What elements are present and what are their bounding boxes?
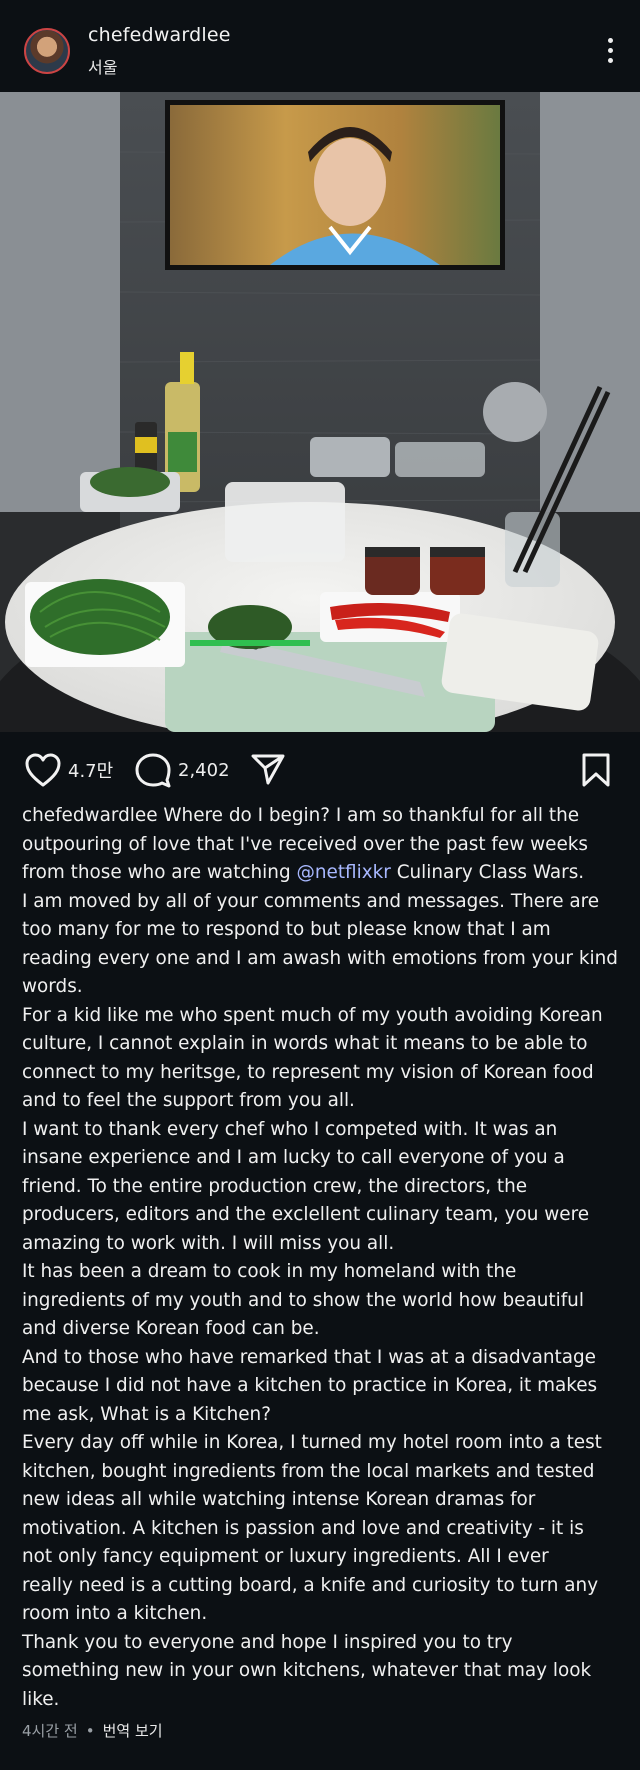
heart-icon [25, 753, 61, 787]
caption-line: outpouring of love that I've received ov… [22, 833, 589, 855]
action-bar: 4.7만 2,402 [0, 732, 640, 802]
like-count[interactable]: 4.7만 [68, 757, 113, 783]
caption-line: kitchen, bought ingredients from the loc… [22, 1460, 595, 1482]
caption-line: For a kid like me who spent much of my y… [22, 1004, 603, 1026]
post-photo[interactable] [0, 92, 640, 732]
timestamp: 4시간 전 [22, 1722, 78, 1740]
caption-line: and diverse Korean food can be. [22, 1318, 320, 1339]
caption-line: me ask, What is a Kitchen? [22, 1403, 271, 1425]
caption-line: not only fancy equipment or luxury ingre… [22, 1546, 549, 1567]
caption-line: chefedwardlee Where do I begin? I am so … [22, 805, 580, 826]
share-button[interactable] [250, 752, 286, 786]
caption-line: words. [22, 976, 83, 997]
caption-line: culture, I cannot explain in words what … [22, 1033, 588, 1054]
caption-line: ingredients of my youth and to show the … [22, 1289, 584, 1311]
caption-line: It has been a dream to cook in my homela… [22, 1261, 517, 1282]
caption-line: because I did not have a kitchen to prac… [22, 1375, 598, 1396]
comment-button[interactable]: 2,402 [134, 752, 230, 788]
kitchen-table-image [0, 92, 640, 732]
caption-line: reading every one and I am awash with em… [22, 947, 618, 969]
location-label[interactable]: 서울 [88, 54, 117, 78]
bookmark-icon [582, 753, 610, 787]
like-button[interactable]: 4.7만 [24, 752, 113, 788]
post-header: chefedwardlee 서울 [0, 0, 640, 92]
save-button[interactable] [580, 752, 612, 788]
caption-line: Culinary Class Wars. [390, 862, 585, 883]
caption-line: like. [22, 1688, 60, 1710]
send-icon [251, 754, 285, 785]
caption-line: insane experience and I am lucky to call… [22, 1147, 565, 1168]
caption-line: connect to my heritsge, to represent my … [22, 1061, 594, 1083]
caption-line: I want to thank every chef who I compete… [22, 1118, 558, 1140]
post-footer: 4시간 전 • 번역 보기 [22, 1720, 163, 1741]
comment-count[interactable]: 2,402 [178, 760, 230, 781]
caption-line: I am moved by all of your comments and m… [22, 890, 600, 912]
comment-icon [135, 753, 171, 788]
caption-line: amazing to work with. I will miss you al… [22, 1232, 395, 1254]
caption-line: and to feel the support from you all. [22, 1090, 355, 1111]
caption-line: motivation. A kitchen is passion and lov… [22, 1517, 584, 1539]
caption-line: Every day off while in Korea, I turned m… [22, 1432, 602, 1453]
translate-link[interactable]: 번역 보기 [103, 1722, 163, 1740]
username[interactable]: chefedwardlee [88, 24, 231, 46]
caption-line: And to those who have remarked that I wa… [22, 1346, 596, 1368]
post-caption: chefedwardlee Where do I begin? I am so … [22, 802, 622, 1714]
caption-line: too many for me to respond to but please… [22, 919, 551, 940]
caption-line: from those who are watching [22, 862, 297, 883]
caption-line: room into a kitchen. [22, 1603, 208, 1624]
avatar[interactable] [24, 28, 70, 74]
more-options-icon[interactable] [608, 38, 614, 64]
caption-line: something new in your own kitchens, what… [22, 1660, 592, 1681]
separator-dot: • [85, 1722, 95, 1740]
mention-link[interactable]: @netflixkr [296, 862, 390, 883]
caption-line: producers, editors and the exclellent cu… [22, 1204, 590, 1225]
caption-line: Thank you to everyone and hope I inspire… [22, 1631, 513, 1653]
caption-line: new ideas all while watching intense Kor… [22, 1489, 536, 1510]
caption-line: friend. To the entire production crew, t… [22, 1175, 528, 1197]
caption-line: really need is a cutting board, a knife … [22, 1574, 599, 1596]
